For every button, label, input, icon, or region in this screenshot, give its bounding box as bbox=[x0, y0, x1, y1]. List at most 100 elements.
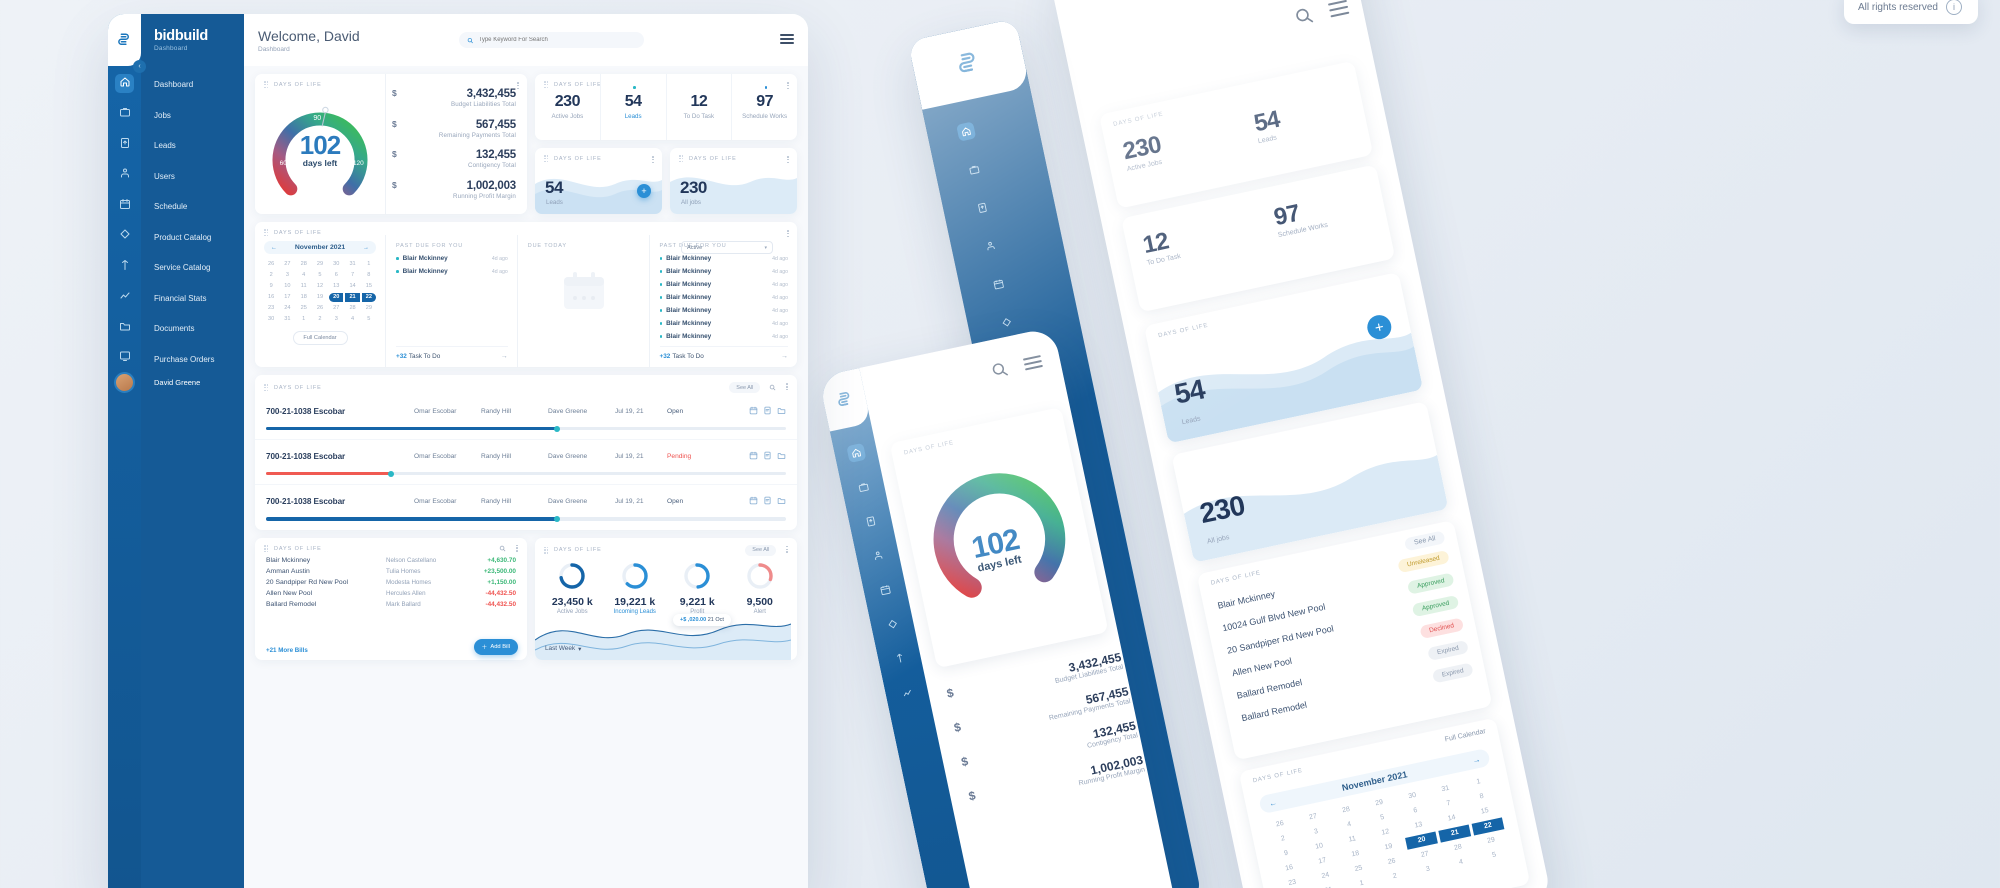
table-row[interactable]: 700-21-1038 Escobar Omar Escobar Randy Hil… bbox=[255, 440, 797, 486]
card-menu-button[interactable] bbox=[787, 156, 789, 164]
calendar-grid[interactable]: 26 27 28 29 30 31 1 2 3 4 5 6 7 8 9 10 11 12 13 14 15 16 17 18 1… bbox=[264, 260, 376, 324]
rail-icon-service-catalog[interactable] bbox=[115, 257, 134, 276]
list-item[interactable]: Allen New Pool Hercules Allen -44,432.50 bbox=[255, 588, 527, 599]
calendar-day[interactable]: 4 bbox=[345, 315, 359, 324]
card-menu-button[interactable] bbox=[516, 544, 518, 553]
calendar-day[interactable]: 30 bbox=[264, 315, 278, 324]
sidebar-item-dashboard[interactable] bbox=[956, 121, 977, 142]
see-all-button[interactable]: See All bbox=[1404, 530, 1446, 552]
calendar-day[interactable]: 14 bbox=[345, 282, 359, 291]
calendar-day[interactable]: 3 bbox=[1412, 861, 1445, 879]
calendar-day[interactable]: 28 bbox=[297, 260, 311, 269]
calendar-day[interactable]: 6 bbox=[329, 271, 343, 280]
hamburger-icon[interactable] bbox=[780, 34, 794, 45]
search-icon[interactable] bbox=[499, 545, 506, 552]
sidebar-item-service-catalog[interactable] bbox=[889, 648, 909, 668]
arrow-right-icon[interactable]: → bbox=[501, 353, 508, 360]
full-calendar-button[interactable]: Full Calendar bbox=[292, 331, 348, 345]
sidebar-item-users[interactable] bbox=[868, 546, 888, 566]
sidebar-item-leads[interactable] bbox=[860, 511, 880, 531]
calendar-day[interactable]: 1 bbox=[362, 260, 376, 269]
task-item[interactable]: Blair Mckinney 4d ago bbox=[659, 307, 788, 314]
sidebar-item-documents[interactable]: Documents bbox=[141, 319, 244, 338]
tasks-footer[interactable]: +32 Task To Do → bbox=[396, 346, 508, 360]
calendar-day[interactable]: 29 bbox=[362, 304, 376, 313]
task-item[interactable]: Blair Mckinney 4d ago bbox=[659, 281, 788, 288]
avatar[interactable] bbox=[114, 372, 135, 393]
file-icon[interactable] bbox=[763, 402, 772, 420]
calendar-day[interactable]: 27 bbox=[280, 260, 294, 269]
progress-knob[interactable] bbox=[554, 425, 560, 432]
list-item[interactable]: Ballard Remodel Mark Ballard -44,432.50 bbox=[255, 599, 527, 610]
calendar-day[interactable]: 27 bbox=[329, 304, 343, 313]
add-bill-button[interactable]: ＋ Add Bill bbox=[473, 638, 518, 655]
calendar-day[interactable]: 2 bbox=[264, 271, 278, 280]
sidebar-item-schedule[interactable] bbox=[989, 274, 1009, 294]
calendar-day[interactable]: 16 bbox=[264, 293, 278, 302]
sidebar-item-users[interactable]: Users bbox=[141, 167, 244, 186]
calendar-day[interactable]: 28 bbox=[345, 304, 359, 313]
search-icon[interactable] bbox=[769, 384, 776, 391]
table-row[interactable]: 700-21-1038 Escobar Omar Escobar Randy Hil… bbox=[255, 485, 797, 529]
calendar-icon[interactable] bbox=[749, 447, 758, 465]
calendar-day[interactable]: 17 bbox=[280, 293, 294, 302]
file-icon[interactable] bbox=[763, 492, 772, 510]
search-icon[interactable] bbox=[989, 359, 1010, 380]
row-actions[interactable] bbox=[749, 447, 786, 465]
calendar-day[interactable]: 2 bbox=[1379, 868, 1412, 886]
rail-icon-leads[interactable] bbox=[115, 135, 134, 154]
rail-icon-jobs[interactable] bbox=[115, 105, 134, 124]
sidebar-item-product-catalog[interactable]: Product Catalog bbox=[141, 228, 244, 247]
collapse-sidebar-button[interactable]: ‹ bbox=[133, 60, 146, 73]
drag-handle-icon[interactable] bbox=[264, 81, 269, 89]
task-item[interactable]: Blair Mckinney 4d ago bbox=[659, 255, 788, 262]
more-bills-link[interactable]: +21 More Bills bbox=[266, 647, 308, 654]
task-item[interactable]: Blair Mckinney 4d ago bbox=[659, 268, 788, 275]
calendar-day[interactable]: 5 bbox=[313, 271, 327, 280]
tasks-footer[interactable]: +32 Task To Do → bbox=[659, 346, 789, 360]
sidebar-item-users[interactable] bbox=[980, 236, 1000, 256]
sidebar-item-product-catalog[interactable] bbox=[882, 614, 902, 634]
logo[interactable] bbox=[108, 14, 141, 66]
task-item[interactable]: Blair Mckinney 4d ago bbox=[396, 255, 508, 262]
drag-handle-icon[interactable] bbox=[264, 545, 269, 553]
hamburger-icon[interactable] bbox=[1327, 0, 1350, 18]
calendar-icon[interactable] bbox=[749, 492, 758, 510]
calendar-day[interactable]: 1 bbox=[297, 315, 311, 324]
rail-icon-schedule[interactable] bbox=[115, 196, 134, 215]
progress-knob[interactable] bbox=[554, 516, 560, 522]
calendar-day[interactable]: 15 bbox=[362, 282, 376, 291]
list-item[interactable]: 20 Sandpiper Rd New Pool Modesta Homes +1,… bbox=[255, 577, 527, 588]
rail-icon-purchase-orders[interactable] bbox=[115, 349, 134, 368]
calendar-day[interactable]: 24 bbox=[280, 304, 294, 313]
calendar-day[interactable]: 26 bbox=[313, 304, 327, 313]
calendar-day[interactable]: 4 bbox=[1445, 854, 1478, 872]
calendar-day[interactable]: 22 bbox=[361, 293, 376, 302]
search-input[interactable] bbox=[478, 37, 636, 43]
calendar-day[interactable]: 2 bbox=[313, 315, 327, 324]
calendar-day[interactable]: 25 bbox=[297, 304, 311, 313]
calendar-day[interactable]: 4 bbox=[297, 271, 311, 280]
calendar-day[interactable]: 13 bbox=[329, 282, 343, 291]
calendar-day[interactable]: 3 bbox=[280, 271, 294, 280]
rail-icon-users[interactable] bbox=[115, 166, 134, 185]
arrow-right-icon[interactable]: → bbox=[781, 353, 788, 360]
arrow-right-icon[interactable]: → bbox=[363, 245, 369, 251]
rail-icon-financial-stats[interactable] bbox=[115, 288, 134, 307]
arrow-left-icon[interactable]: ← bbox=[271, 245, 277, 251]
search-box[interactable] bbox=[459, 32, 644, 48]
see-all-button[interactable]: See All bbox=[729, 382, 761, 393]
calendar-day[interactable]: 8 bbox=[362, 271, 376, 280]
search-icon[interactable] bbox=[1292, 4, 1316, 28]
card-menu-button[interactable] bbox=[786, 383, 788, 391]
folder-icon[interactable] bbox=[777, 402, 786, 420]
calendar-day[interactable]: 30 bbox=[329, 260, 343, 269]
range-selector[interactable]: Last Week ▾ bbox=[545, 645, 581, 653]
calendar-day[interactable]: 20 bbox=[329, 293, 344, 302]
calendar-day[interactable]: 3 bbox=[329, 315, 343, 324]
see-all-button[interactable]: See All bbox=[745, 544, 777, 556]
sidebar-item-schedule[interactable] bbox=[875, 580, 895, 600]
arrow-right-icon[interactable]: → bbox=[1471, 754, 1481, 764]
drag-handle-icon[interactable] bbox=[679, 155, 684, 163]
sidebar-item-leads[interactable] bbox=[972, 198, 992, 218]
